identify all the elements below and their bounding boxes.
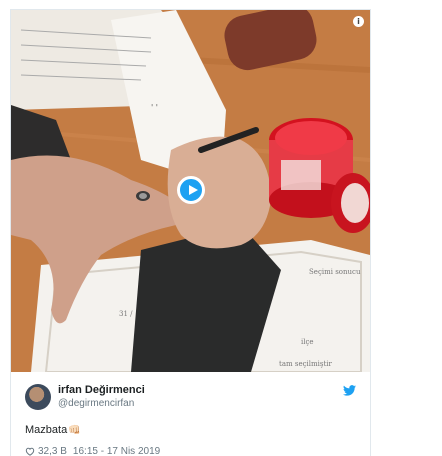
info-icon[interactable]: i [353, 16, 364, 27]
paper-text-3: ilçe [301, 338, 314, 346]
play-icon[interactable] [177, 176, 205, 204]
paper-text-2: Seçimi sonucu [309, 268, 361, 276]
svg-text:' ': ' ' [151, 103, 158, 112]
tweet-timestamp[interactable]: 16:15 - 17 Nis 2019 [73, 446, 160, 456]
bird-icon[interactable] [343, 385, 356, 396]
tweet-video[interactable]: ' ' 31 / Seçimi sonucu ilçe tam seçilmiş… [11, 10, 370, 372]
tweet-text-content: Mazbata [25, 424, 68, 436]
tweet-text: Mazbata👊🏻 [25, 424, 81, 436]
fist-emoji: 👊🏻 [68, 425, 81, 436]
paper-text-1: 31 / [119, 310, 133, 318]
heart-icon[interactable] [25, 447, 35, 456]
author-handle[interactable]: @degirmencirfan [58, 398, 134, 409]
tweet-meta: 32,3 B 16:15 - 17 Nis 2019 [25, 446, 160, 456]
embedded-tweet-card: ' ' 31 / Seçimi sonucu ilçe tam seçilmiş… [10, 9, 371, 456]
paper-text-4: tam seçilmiştir [279, 360, 333, 368]
author-name[interactable]: irfan Değirmenci [58, 384, 145, 396]
avatar[interactable] [25, 384, 51, 410]
like-count[interactable]: 32,3 B [38, 446, 67, 456]
